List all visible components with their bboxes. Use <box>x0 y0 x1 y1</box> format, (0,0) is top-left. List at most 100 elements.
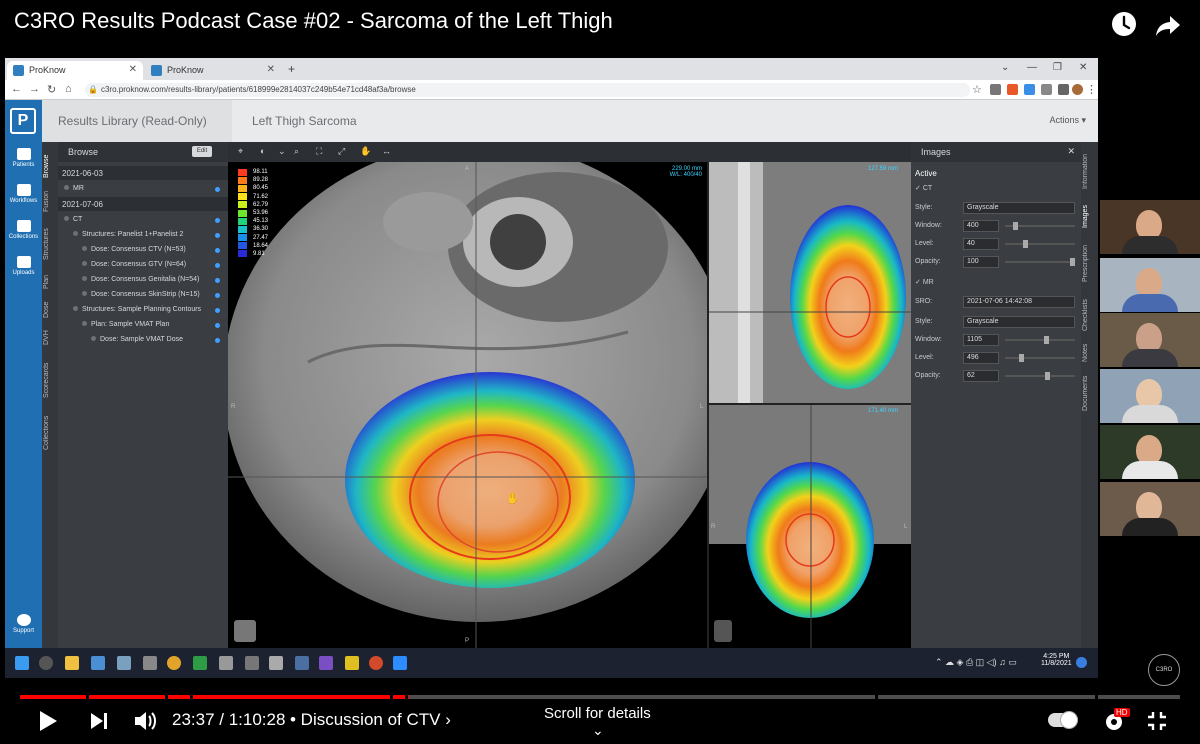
restore-icon[interactable]: ❐ <box>1053 62 1062 73</box>
library-title[interactable]: Results Library (Read-Only) <box>42 100 232 142</box>
visibility-icon[interactable] <box>215 233 220 238</box>
crosshair-tool-icon[interactable]: ⌖ <box>238 146 243 157</box>
nav-patients[interactable]: Patients <box>5 148 42 168</box>
mr-opacity-input[interactable]: 62 <box>963 370 999 382</box>
browser-tab-active[interactable]: ProKnow ✕ <box>7 61 143 80</box>
minimize-icon[interactable]: — <box>1027 62 1037 73</box>
slider-handle[interactable] <box>1045 372 1051 380</box>
notification-icon[interactable] <box>1076 657 1087 668</box>
nav-workflows[interactable]: Workflows <box>5 184 42 204</box>
ct-window-input[interactable]: 400 <box>963 220 999 232</box>
app-icon[interactable] <box>295 656 309 670</box>
visual-studio-icon[interactable] <box>319 656 333 670</box>
tab-documents[interactable]: Documents <box>1082 370 1096 416</box>
mr-style-select[interactable]: Grayscale <box>963 316 1075 328</box>
browse-item-row[interactable]: Structures: Sample Planning Contours <box>58 303 228 318</box>
ct-style-select[interactable]: Grayscale <box>963 202 1075 214</box>
tab-browse[interactable]: Browse <box>43 146 57 186</box>
app-icon[interactable] <box>193 656 207 670</box>
browse-item-row[interactable]: Structures: Panelist 1+Panelist 2 <box>58 228 228 243</box>
mr-sro-select[interactable]: 2021-07-06 14:42:08 <box>963 296 1075 308</box>
extension-icon[interactable] <box>990 84 1001 95</box>
coronal-view[interactable] <box>708 404 911 648</box>
browse-item-row[interactable]: MR <box>58 182 228 197</box>
sticky-notes-icon[interactable] <box>345 656 359 670</box>
url-input[interactable]: 🔒 c3ro.proknow.com/results-library/patien… <box>85 83 970 97</box>
check-icon[interactable]: ✓ <box>915 279 923 286</box>
bookmark-star-icon[interactable]: ☆ <box>972 83 982 96</box>
play-button[interactable] <box>36 708 60 739</box>
tab-prescription[interactable]: Prescription <box>1082 238 1096 290</box>
proknow-logo[interactable]: P <box>10 108 36 134</box>
tab-structures[interactable]: Structures <box>43 220 57 268</box>
ct-opacity-slider[interactable] <box>1005 258 1075 266</box>
slider-handle[interactable] <box>1012 222 1018 230</box>
browse-item-row[interactable]: Plan: Sample VMAT Plan <box>58 318 228 333</box>
mr-level-slider[interactable] <box>1005 354 1075 362</box>
pan-tool-icon[interactable]: ✋ <box>360 146 371 157</box>
windows-start-icon[interactable] <box>15 656 29 670</box>
chevron-down-icon[interactable]: ⌄ <box>1001 62 1009 73</box>
scroll-hint[interactable]: Scroll for details <box>544 705 651 722</box>
slider-handle[interactable] <box>1070 258 1075 266</box>
app-icon[interactable] <box>245 656 259 670</box>
tab-checklists[interactable]: Checklists <box>1082 294 1096 336</box>
expand-tool-icon[interactable]: ⤢ <box>338 146 345 157</box>
forward-icon[interactable]: → <box>29 83 40 95</box>
fit-tool-icon[interactable]: ⛶ <box>316 146 322 157</box>
home-icon[interactable]: ⌂ <box>65 83 72 95</box>
tab-dvh[interactable]: DVH <box>43 326 57 350</box>
browse-item-row[interactable]: CT <box>58 213 228 228</box>
extension-icon[interactable] <box>1041 84 1052 95</box>
close-tab-icon[interactable]: ✕ <box>267 64 275 75</box>
edit-button[interactable]: Edit <box>192 146 212 157</box>
tray-icons[interactable]: ⌃ ☁ ◈ ⎙ ◫ ◁) ♫ ▭ <box>935 657 1017 668</box>
close-tab-icon[interactable]: ✕ <box>129 64 137 75</box>
reload-icon[interactable]: ↻ <box>47 83 56 96</box>
slider-handle[interactable] <box>1019 354 1025 362</box>
search-icon[interactable] <box>39 656 53 670</box>
puzzle-icon[interactable] <box>1058 84 1069 95</box>
nav-uploads[interactable]: Uploads <box>5 256 42 276</box>
profile-avatar[interactable] <box>1072 84 1083 95</box>
browser-tab[interactable]: ProKnow ✕ <box>145 61 281 80</box>
visibility-icon[interactable] <box>215 263 220 268</box>
share-icon[interactable] <box>1154 10 1182 38</box>
tab-images[interactable]: Images <box>1082 200 1096 234</box>
browse-item-row[interactable]: Dose: Consensus SkinStrip (N=15) <box>58 288 228 303</box>
app-icon[interactable] <box>143 656 157 670</box>
nav-support[interactable]: Support <box>5 614 42 634</box>
mr-window-slider[interactable] <box>1005 336 1075 344</box>
zoom-tool-icon[interactable]: ⌕ <box>294 146 299 157</box>
visibility-icon[interactable] <box>215 338 220 343</box>
new-tab-button[interactable]: + <box>288 62 295 76</box>
slider-handle[interactable] <box>1023 240 1029 248</box>
video-player[interactable]: C3RO Results Podcast Case #02 - Sarcoma … <box>0 0 1200 744</box>
autoplay-toggle[interactable] <box>1048 711 1078 729</box>
mail-icon[interactable] <box>91 656 105 670</box>
mr-level-input[interactable]: 496 <box>963 352 999 364</box>
slider-handle[interactable] <box>1044 336 1049 344</box>
measure-tool-icon[interactable]: ↔ <box>382 146 391 156</box>
actions-menu[interactable]: Actions ▾ <box>1049 115 1086 126</box>
image-viewer[interactable]: ⌖ ◐ ⌄ ⌕ ⛶ ⤢ ✋ ↔ 98.11 89.28 80.45 71.62 … <box>228 142 911 648</box>
ct-level-slider[interactable] <box>1005 240 1075 248</box>
extension-icon[interactable] <box>1007 84 1018 95</box>
browse-item-row[interactable]: Dose: Sample VMAT Dose <box>58 333 228 348</box>
channel-watermark[interactable]: C3RO <box>1148 654 1180 686</box>
visibility-icon[interactable] <box>215 187 220 192</box>
file-explorer-icon[interactable] <box>65 656 79 670</box>
chevron-down-icon[interactable]: ⌄ <box>592 722 604 739</box>
sagittal-view[interactable] <box>708 162 911 404</box>
app-icon[interactable] <box>269 656 283 670</box>
exit-fullscreen-button[interactable] <box>1146 710 1168 737</box>
chevron-down-icon[interactable]: ⌄ <box>278 146 286 157</box>
browse-date-row[interactable]: 2021-06-03 <box>58 166 228 180</box>
back-icon[interactable]: ← <box>11 83 22 95</box>
ct-row[interactable]: ✓ CT <box>915 184 1077 192</box>
next-button[interactable] <box>88 710 110 737</box>
zoom-icon[interactable] <box>393 656 407 670</box>
visibility-icon[interactable] <box>215 308 220 313</box>
tab-plan[interactable]: Plan <box>43 270 57 294</box>
close-window-icon[interactable]: ✕ <box>1079 62 1087 73</box>
